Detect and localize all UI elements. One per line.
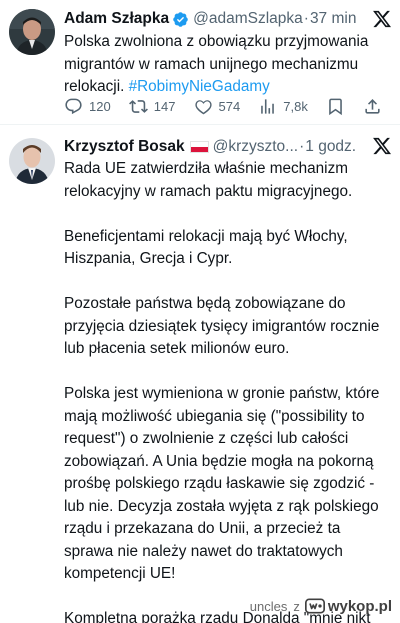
tweet-header: Adam Szłapka @adamSzlapka · 37 min [64, 8, 390, 30]
reply-button[interactable]: 120 [64, 97, 111, 116]
x-logo-icon [373, 137, 392, 155]
avatar[interactable] [9, 9, 55, 55]
author-handle[interactable]: @adamSzlapka [193, 10, 303, 28]
watermark-connector: z [293, 598, 300, 614]
tweet-header: Krzysztof Bosak @krzyszto... · 1 godz. [64, 136, 390, 158]
reply-count: 120 [89, 98, 111, 114]
bookmark-icon [329, 98, 342, 115]
author-name[interactable]: Krzysztof Bosak [64, 138, 185, 156]
poland-flag-icon [189, 141, 209, 153]
wykop-logo-icon [304, 598, 325, 614]
tweet-text: Rada UE zatwierdziła właśnie mechanizm r… [64, 158, 389, 623]
share-icon [365, 98, 380, 114]
bookmark-button[interactable] [326, 97, 345, 116]
views-button[interactable]: 7,8k [258, 97, 308, 116]
share-button[interactable] [363, 97, 382, 116]
watermark-user: uncles [249, 598, 288, 614]
like-count: 574 [218, 98, 241, 114]
repost-icon [128, 99, 148, 113]
author-handle[interactable]: @krzyszto... [213, 138, 299, 156]
watermark-site: wykop.pl [327, 597, 392, 615]
like-button[interactable]: 574 [194, 97, 241, 116]
reply-icon [65, 98, 82, 114]
tweet-adam-szlapka[interactable]: Adam Szłapka @adamSzlapka · 37 min Polsk… [0, 0, 400, 124]
paragraph: Polska jest wymieniona w gronie państw, … [64, 385, 380, 582]
paragraph: Beneficjentami relokacji mają być Włochy… [64, 227, 348, 268]
timestamp[interactable]: 37 min [310, 10, 357, 28]
x-logo-icon [373, 10, 392, 28]
tweet-text: Polska zwolniona z obowiązku przyjmowani… [64, 31, 389, 99]
heart-icon [194, 99, 212, 114]
action-bar: 120 147 574 7,8k [64, 95, 382, 117]
tweet-krzysztof-bosak[interactable]: Krzysztof Bosak @krzyszto... · 1 godz. R… [0, 125, 400, 623]
separator-dot: · [303, 10, 309, 27]
author-name[interactable]: Adam Szłapka [64, 10, 169, 28]
paragraph: Rada UE zatwierdziła właśnie mechanizm r… [64, 160, 353, 200]
avatar[interactable] [9, 138, 55, 184]
wykop-logo: wykop.pl [304, 596, 392, 616]
views-count: 7,8k [283, 98, 308, 114]
timestamp[interactable]: 1 godz. [305, 138, 356, 156]
views-chart-icon [261, 98, 275, 114]
paragraph: Pozostałe państwa będą zobowiązane do pr… [64, 295, 380, 357]
separator-dot: · [299, 138, 305, 155]
repost-count: 147 [153, 98, 176, 114]
repost-button[interactable]: 147 [128, 97, 176, 116]
wykop-watermark: uncles z wykop.pl [250, 595, 392, 617]
verified-badge-icon [173, 11, 188, 27]
hashtag-link[interactable]: #RobimyNieGadamy [129, 78, 270, 95]
